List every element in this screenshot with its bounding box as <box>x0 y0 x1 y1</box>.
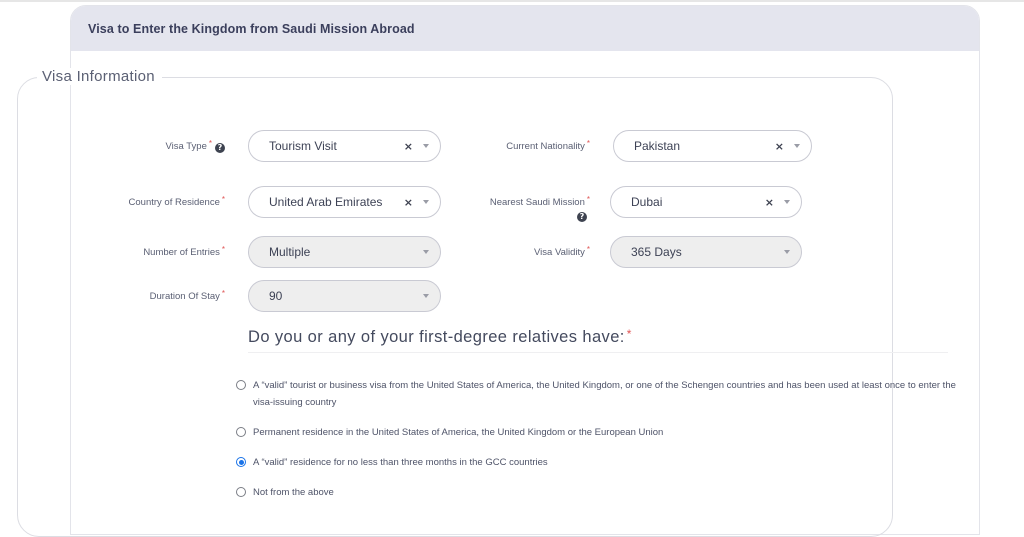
country-of-residence-select[interactable]: United Arab Emirates × <box>248 186 441 218</box>
chevron-down-icon[interactable] <box>423 144 429 148</box>
required-marker: * <box>586 195 590 204</box>
number-of-entries-select[interactable]: Multiple <box>248 236 441 268</box>
radio-label: Not from the above <box>253 487 334 498</box>
chevron-down-icon[interactable] <box>784 250 790 254</box>
clear-icon[interactable]: × <box>765 196 774 209</box>
visa-validity-label-text: Visa Validity <box>534 247 585 258</box>
radio-option-gcc-residence[interactable]: A “valid” residence for no less than thr… <box>236 454 956 471</box>
required-marker: * <box>586 245 590 254</box>
nearest-saudi-mission-label: Nearest Saudi Mission * <box>455 195 590 208</box>
visa-type-label: Visa Type *? <box>120 139 225 153</box>
nearest-saudi-mission-help: ? <box>560 210 587 222</box>
number-of-entries-label-text: Number of Entries <box>143 247 220 258</box>
visa-type-select[interactable]: Tourism Visit × <box>248 130 441 162</box>
duration-of-stay-select[interactable]: 90 <box>248 280 441 312</box>
required-marker: * <box>626 327 632 341</box>
visa-validity-label: Visa Validity * <box>460 245 590 258</box>
radio-button[interactable] <box>236 487 246 497</box>
number-of-entries-value: Multiple <box>269 245 311 259</box>
radio-label: A “valid” residence for no less than thr… <box>253 457 548 468</box>
nearest-saudi-mission-value: Dubai <box>631 195 663 209</box>
radio-label: A “valid” tourist or business visa from … <box>253 380 956 408</box>
chevron-down-icon[interactable] <box>423 200 429 204</box>
required-marker: * <box>221 195 225 204</box>
visa-type-value: Tourism Visit <box>269 139 337 153</box>
clear-icon[interactable]: × <box>404 196 413 209</box>
required-marker: * <box>208 139 212 148</box>
card-header: Visa to Enter the Kingdom from Saudi Mis… <box>71 6 979 51</box>
section-legend: Visa Information <box>37 68 162 85</box>
current-nationality-label: Current Nationality * <box>460 139 590 152</box>
number-of-entries-label: Number of Entries * <box>100 245 225 258</box>
current-nationality-value: Pakistan <box>634 139 681 153</box>
required-marker: * <box>221 289 225 298</box>
question-text: Do you or any of your first-degree relat… <box>248 328 625 346</box>
duration-of-stay-label: Duration Of Stay * <box>100 289 225 302</box>
radio-button[interactable] <box>236 427 246 437</box>
radio-option-permanent-residence[interactable]: Permanent residence in the United States… <box>236 424 956 441</box>
duration-of-stay-value: 90 <box>269 289 283 303</box>
required-marker: * <box>221 245 225 254</box>
question-circle-icon[interactable]: ? <box>215 143 225 153</box>
radio-label: Permanent residence in the United States… <box>253 427 664 438</box>
visa-validity-select[interactable]: 365 Days <box>610 236 802 268</box>
top-border <box>0 0 1024 2</box>
chevron-down-icon[interactable] <box>423 294 429 298</box>
question-circle-icon[interactable]: ? <box>577 212 587 222</box>
radio-button[interactable] <box>236 380 246 390</box>
country-of-residence-label: Country of Residence * <box>100 195 225 208</box>
country-of-residence-label-text: Country of Residence <box>128 197 220 208</box>
current-nationality-label-text: Current Nationality <box>506 141 585 152</box>
current-nationality-select[interactable]: Pakistan × <box>613 130 812 162</box>
chevron-down-icon[interactable] <box>794 144 800 148</box>
clear-icon[interactable]: × <box>775 140 784 153</box>
radio-button-selected[interactable] <box>236 457 246 467</box>
card-title: Visa to Enter the Kingdom from Saudi Mis… <box>88 21 415 36</box>
chevron-down-icon[interactable] <box>423 250 429 254</box>
nearest-saudi-mission-select[interactable]: Dubai × <box>610 186 802 218</box>
chevron-down-icon[interactable] <box>784 200 790 204</box>
visa-type-label-text: Visa Type <box>165 141 207 152</box>
visa-validity-value: 365 Days <box>631 245 682 259</box>
required-marker: * <box>586 139 590 148</box>
country-of-residence-value: United Arab Emirates <box>269 195 383 209</box>
radio-option-none[interactable]: Not from the above <box>236 484 956 501</box>
nearest-saudi-mission-label-text: Nearest Saudi Mission <box>489 197 585 208</box>
question-divider <box>248 352 948 353</box>
radio-option-schengen-visa[interactable]: A “valid” tourist or business visa from … <box>236 377 956 411</box>
relatives-question: Do you or any of your first-degree relat… <box>248 327 632 347</box>
duration-of-stay-label-text: Duration Of Stay <box>149 291 220 302</box>
clear-icon[interactable]: × <box>404 140 413 153</box>
